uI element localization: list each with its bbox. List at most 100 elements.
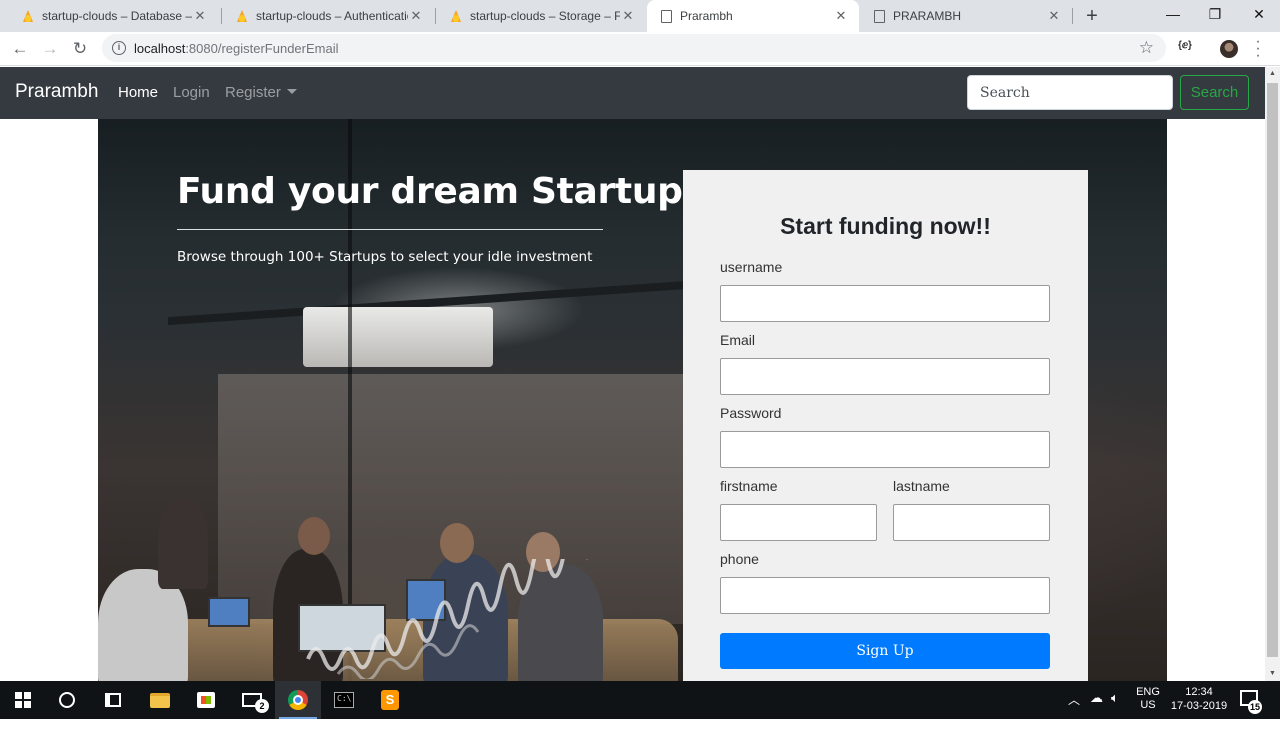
store-button[interactable] (183, 681, 229, 719)
folder-icon (150, 692, 170, 708)
nav-register-dropdown[interactable]: Register (225, 84, 297, 101)
lastname-field[interactable] (893, 504, 1050, 541)
network-icon[interactable]: ☁ (1090, 690, 1103, 728)
cortana-button[interactable] (44, 681, 90, 719)
sublime-text-icon: S (381, 690, 399, 710)
firebase-icon (22, 9, 34, 23)
funder-signup-form: Start funding now!! username Email Passw… (683, 170, 1088, 681)
tab-firebase-authentication[interactable]: startup-clouds – Authenticatio ✕ (222, 0, 434, 32)
close-icon[interactable]: ✕ (192, 8, 208, 24)
mail-button[interactable] (229, 681, 275, 719)
page-icon (661, 9, 672, 23)
new-tab-button[interactable]: + (1082, 4, 1102, 28)
firstname-field[interactable] (720, 504, 877, 541)
close-icon[interactable]: ✕ (833, 8, 849, 24)
notification-badge: 15 (1248, 700, 1262, 714)
username-field[interactable] (720, 285, 1050, 322)
file-explorer-button[interactable] (137, 681, 183, 719)
close-icon[interactable]: ✕ (408, 8, 424, 24)
tab-label: startup-clouds – Authenticatio (256, 9, 408, 23)
scroll-thumb[interactable] (1267, 83, 1278, 657)
lastname-label: lastname (893, 478, 950, 494)
phone-field[interactable] (720, 577, 1050, 614)
tab-label: startup-clouds – Storage – Fire (470, 9, 620, 23)
tab-separator (1072, 8, 1073, 24)
site-navbar: Prarambh Home Login Register Search (0, 67, 1265, 119)
search-button[interactable]: Search (1180, 75, 1249, 110)
volume-icon[interactable]: 🔈︎ (1111, 690, 1119, 728)
nav-register-label: Register (225, 84, 281, 101)
search-input[interactable] (967, 75, 1173, 110)
forward-button[interactable]: → (39, 38, 61, 60)
terminal-icon: C:\ (334, 692, 354, 708)
tab-label: PRARAMBH (893, 9, 962, 23)
tab-label: Prarambh (680, 9, 733, 23)
chrome-icon (288, 690, 308, 710)
minimize-button[interactable]: — (1152, 0, 1194, 30)
info-icon[interactable]: i (112, 41, 126, 55)
url-host: localhost (134, 41, 186, 56)
firebase-icon (450, 9, 462, 23)
sign-up-button[interactable]: Sign Up (720, 633, 1050, 669)
scroll-up-icon[interactable]: ▲ (1265, 67, 1280, 81)
page-scrollbar[interactable]: ▲ ▼ (1265, 67, 1280, 681)
task-view-button[interactable] (90, 681, 136, 719)
lang-region: US (1140, 699, 1156, 711)
hero-subtitle: Browse through 100+ Startups to select y… (177, 249, 593, 265)
address-bar[interactable]: i localhost:8080/registerFunderEmail ☆ (102, 34, 1166, 62)
browser-menu-icon[interactable]: · · · (1254, 34, 1262, 64)
page-viewport: Prarambh Home Login Register Search Sear… (0, 67, 1280, 681)
form-title: Start funding now!! (780, 213, 991, 239)
hero-divider (177, 229, 603, 230)
brand-logo[interactable]: Prarambh (15, 81, 98, 103)
windows-taskbar: 2 C:\ S ︿ ☁ 🔈︎ ENG US 12:34 17-03-2019 1… (0, 681, 1280, 719)
extension-icon[interactable]: {ⅇ} (1178, 40, 1192, 51)
window-close-button[interactable]: ✕ (1238, 0, 1280, 30)
email-field[interactable] (720, 358, 1050, 395)
sublime-taskbar-button[interactable]: S (367, 681, 413, 719)
cortana-icon (59, 692, 75, 708)
language-indicator[interactable]: ENG US (1136, 686, 1160, 724)
username-label: username (720, 259, 783, 275)
tab-label: startup-clouds – Database – Fir (42, 9, 192, 23)
back-button[interactable]: ← (9, 38, 31, 60)
phone-label: phone (720, 551, 759, 567)
page-icon (874, 9, 885, 23)
caret-down-icon (286, 89, 297, 94)
tab-prarambh-upper[interactable]: PRARAMBH ✕ (860, 0, 1072, 32)
url-path: :8080/registerFunderEmail (185, 41, 339, 56)
mail-badge: 2 (255, 699, 269, 713)
system-clock[interactable]: 12:34 17-03-2019 (1168, 685, 1230, 723)
email-label: Email (720, 332, 756, 348)
firstname-label: firstname (720, 478, 778, 494)
tab-firebase-database[interactable]: startup-clouds – Database – Fir ✕ (8, 0, 218, 32)
cmd-taskbar-button[interactable]: C:\ (321, 681, 367, 719)
tray-overflow-icon[interactable]: ︿ (1068, 691, 1080, 729)
clock-date: 17-03-2019 (1170, 700, 1228, 712)
tab-prarambh[interactable]: Prarambh ✕ (647, 0, 859, 32)
reload-button[interactable]: ↻ (69, 38, 91, 60)
lang-code: ENG (1136, 686, 1160, 698)
tab-firebase-storage[interactable]: startup-clouds – Storage – Fire ✕ (436, 0, 646, 32)
windows-logo-icon (15, 692, 31, 708)
url-text[interactable]: localhost:8080/registerFunderEmail (134, 41, 339, 56)
task-view-icon (105, 693, 121, 707)
restore-button[interactable]: ❐ (1194, 0, 1236, 30)
close-icon[interactable]: ✕ (620, 8, 636, 24)
clock-time: 12:34 (1185, 686, 1213, 698)
close-icon[interactable]: ✕ (1046, 8, 1062, 24)
hero-title: Fund your dream Startup (177, 171, 683, 212)
password-label: Password (720, 405, 782, 421)
password-field[interactable] (720, 431, 1050, 468)
store-icon (197, 692, 215, 708)
nav-home[interactable]: Home (118, 84, 158, 101)
decorative-squiggle (306, 559, 565, 679)
bookmark-star-icon[interactable]: ☆ (1139, 38, 1154, 58)
scroll-down-icon[interactable]: ▼ (1265, 667, 1280, 681)
chrome-taskbar-button[interactable] (275, 681, 321, 719)
nav-login[interactable]: Login (173, 84, 210, 101)
profile-avatar[interactable] (1220, 40, 1238, 58)
firebase-icon (236, 9, 248, 23)
browser-tab-strip: startup-clouds – Database – Fir ✕ startu… (0, 0, 1280, 32)
start-button[interactable] (0, 681, 46, 719)
